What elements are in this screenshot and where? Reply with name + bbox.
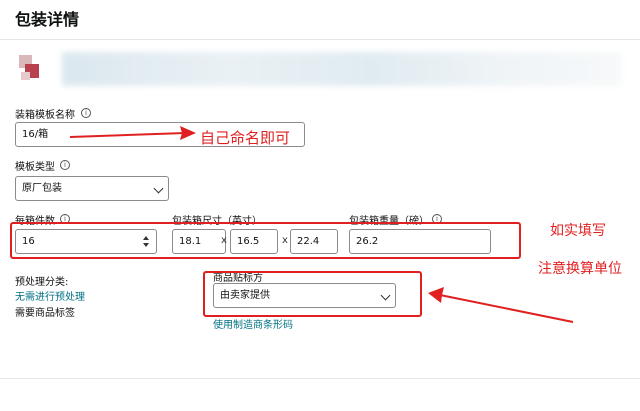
labeling-required-text: 需要商品标签	[15, 308, 75, 319]
product-info-blurred	[62, 52, 622, 86]
prep-link[interactable]: 无需进行预处理	[15, 288, 85, 303]
info-icon[interactable]: i	[81, 108, 91, 118]
annotation-name-hint: 自己命名即可	[200, 129, 291, 147]
annotation-fill-truthfully: 如实填写	[550, 223, 606, 239]
template-name-label: 装箱模板名称	[15, 110, 75, 121]
highlight-box-labeling	[203, 271, 422, 317]
chevron-down-icon	[153, 183, 164, 194]
highlight-box-dimensions	[10, 222, 521, 259]
manufacturer-barcode-link[interactable]: 使用制造商条形码	[213, 316, 293, 331]
divider	[0, 378, 640, 379]
page-title: 包装详情	[15, 10, 80, 29]
template-type-label: 模板类型	[15, 162, 55, 173]
product-thumbnail	[19, 55, 45, 81]
prep-label: 预处理分类:	[15, 277, 69, 288]
annotation-unit-conversion: 注意换算单位	[538, 261, 622, 277]
template-type-select[interactable]: 原厂包装	[15, 176, 169, 201]
info-icon[interactable]: i	[60, 160, 70, 170]
template-type-value: 原厂包装	[22, 183, 62, 194]
header: 包装详情	[0, 0, 640, 40]
arrow-to-labeling	[428, 287, 574, 323]
